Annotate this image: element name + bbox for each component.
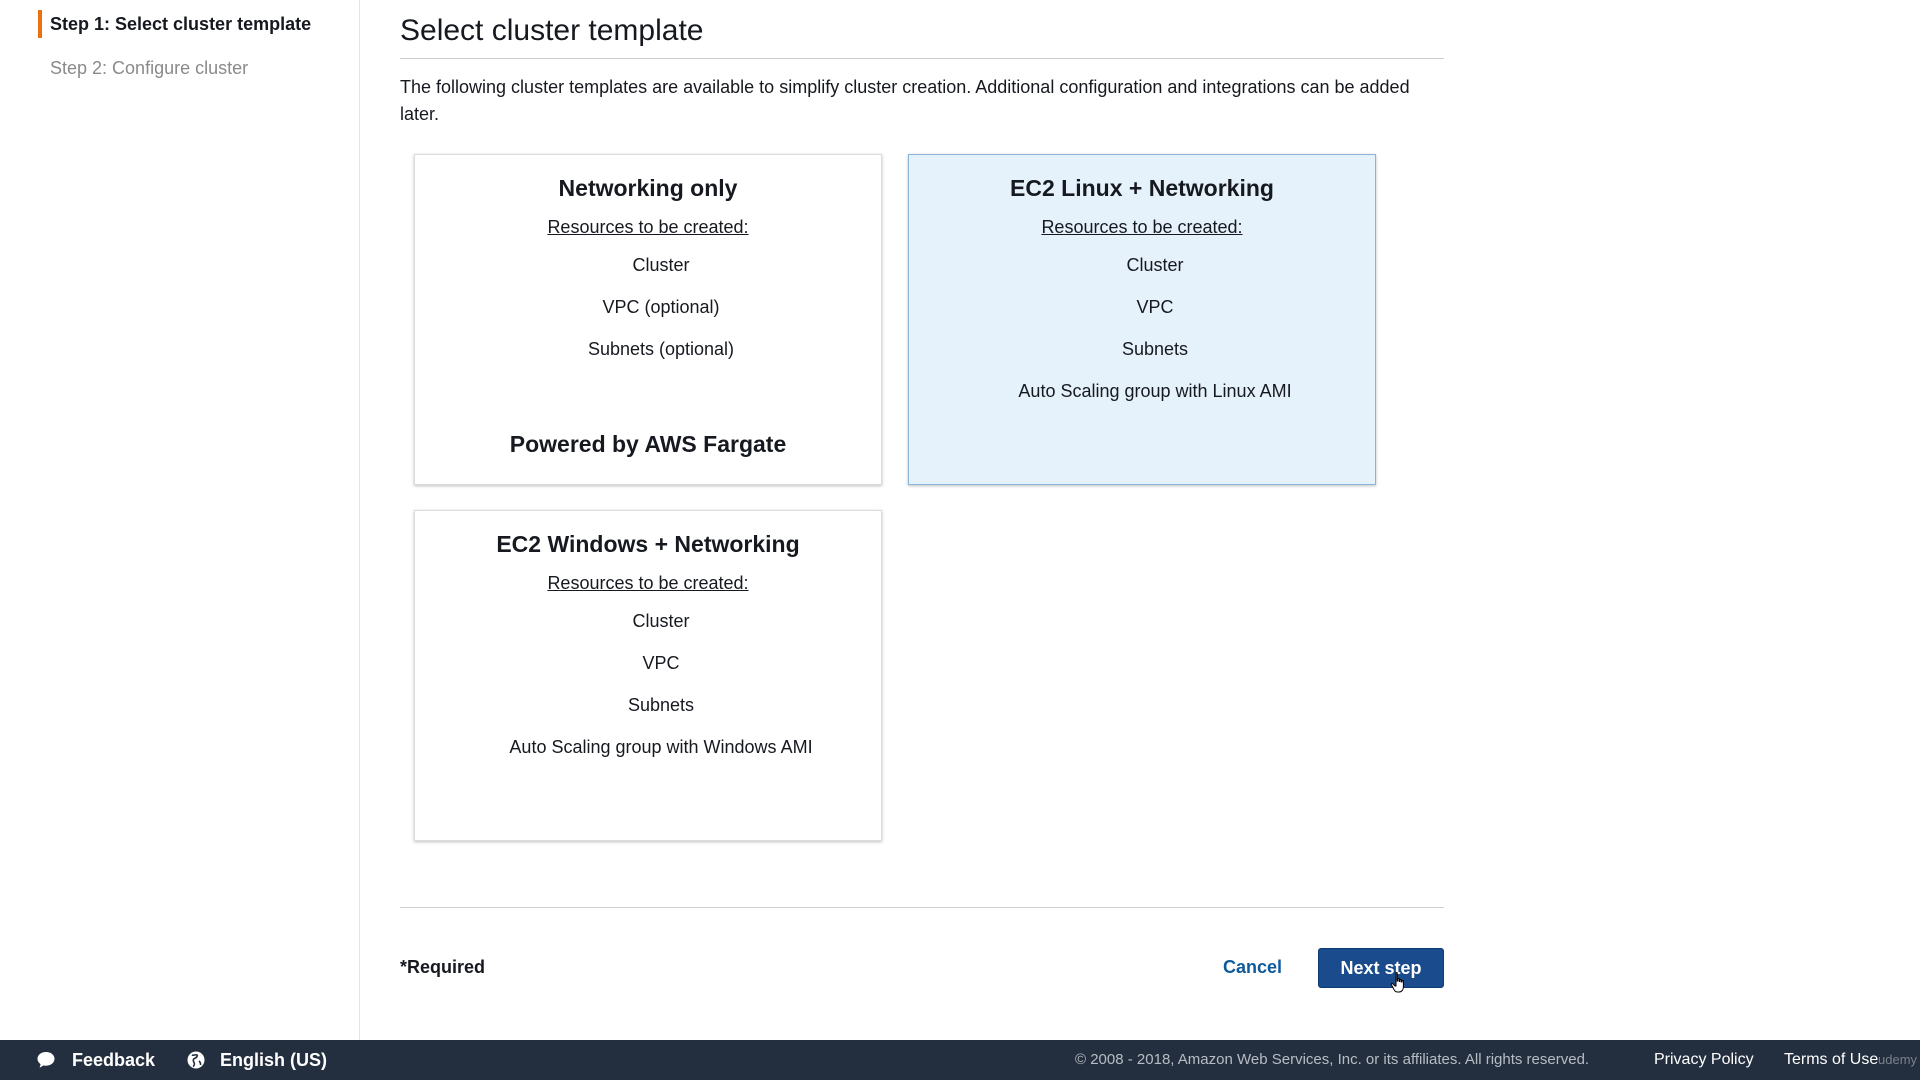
globe-icon bbox=[187, 1051, 205, 1069]
resource-list: Cluster VPC (optional) Subnets (optional… bbox=[415, 251, 881, 377]
console-footer: Feedback English (US) © 2008 - 2018, Ama… bbox=[0, 1040, 1920, 1080]
actions-divider bbox=[400, 907, 1444, 908]
wizard-sidebar: Step 1: Select cluster template Step 2: … bbox=[0, 0, 360, 1040]
resource-item: Subnets (optional) bbox=[587, 339, 735, 359]
card-resources-heading: Resources to be created: bbox=[547, 217, 749, 237]
cancel-button[interactable]: Cancel bbox=[1223, 957, 1282, 978]
resource-item: Auto Scaling group with Windows AMI bbox=[509, 737, 813, 757]
page-title: Select cluster template bbox=[400, 14, 704, 47]
card-title: EC2 Linux + Networking bbox=[1010, 175, 1274, 201]
template-card-ec2-windows[interactable]: EC2 Windows + Networking Resources to be… bbox=[414, 510, 882, 841]
page-description: The following cluster templates are avai… bbox=[400, 77, 1410, 124]
speech-bubble-icon bbox=[37, 1052, 55, 1068]
sidebar-step-select-template[interactable]: Step 1: Select cluster template bbox=[50, 14, 311, 35]
app-root: Step 1: Select cluster template Step 2: … bbox=[0, 0, 1920, 1080]
resource-item: Cluster bbox=[1126, 255, 1184, 275]
card-resources-heading: Resources to be created: bbox=[547, 573, 749, 593]
card-resources-heading: Resources to be created: bbox=[1041, 217, 1243, 237]
template-card-networking-only[interactable]: Networking only Resources to be created:… bbox=[414, 154, 882, 485]
resource-item: VPC bbox=[1136, 297, 1174, 317]
resource-item: Cluster bbox=[632, 255, 690, 275]
feedback-link[interactable]: Feedback bbox=[72, 1040, 155, 1080]
resource-item: Cluster bbox=[632, 611, 690, 631]
udemy-watermark: udemy bbox=[1878, 1052, 1918, 1067]
resource-item: VPC bbox=[642, 653, 680, 673]
title-divider bbox=[400, 58, 1444, 59]
privacy-policy-link[interactable]: Privacy Policy bbox=[1654, 1040, 1754, 1080]
resource-list: Cluster VPC Subnets Auto Scaling group w… bbox=[415, 607, 881, 775]
main-content: Select cluster template The following cl… bbox=[400, 0, 1444, 1040]
resource-item: VPC (optional) bbox=[602, 297, 720, 317]
terms-of-use-link[interactable]: Terms of Use bbox=[1784, 1040, 1878, 1080]
language-selector[interactable]: English (US) bbox=[220, 1040, 327, 1080]
active-step-marker bbox=[38, 10, 42, 38]
next-step-button[interactable]: Next step bbox=[1318, 948, 1444, 988]
resource-list: Cluster VPC Subnets Auto Scaling group w… bbox=[909, 251, 1375, 419]
card-title: Networking only bbox=[558, 175, 738, 201]
template-card-ec2-linux[interactable]: EC2 Linux + Networking Resources to be c… bbox=[908, 154, 1376, 485]
resource-item: Subnets bbox=[627, 695, 695, 715]
sidebar-step-configure-cluster[interactable]: Step 2: Configure cluster bbox=[50, 58, 248, 79]
card-title: EC2 Windows + Networking bbox=[496, 531, 800, 557]
resource-item: Subnets bbox=[1121, 339, 1189, 359]
resource-item: Auto Scaling group with Linux AMI bbox=[1018, 381, 1292, 401]
copyright-text: © 2008 - 2018, Amazon Web Services, Inc.… bbox=[1075, 1051, 1590, 1068]
hand-pointer-icon bbox=[1390, 972, 1404, 993]
card-footer-powered-by: Powered by AWS Fargate bbox=[509, 431, 787, 457]
required-note: *Required bbox=[400, 957, 486, 977]
